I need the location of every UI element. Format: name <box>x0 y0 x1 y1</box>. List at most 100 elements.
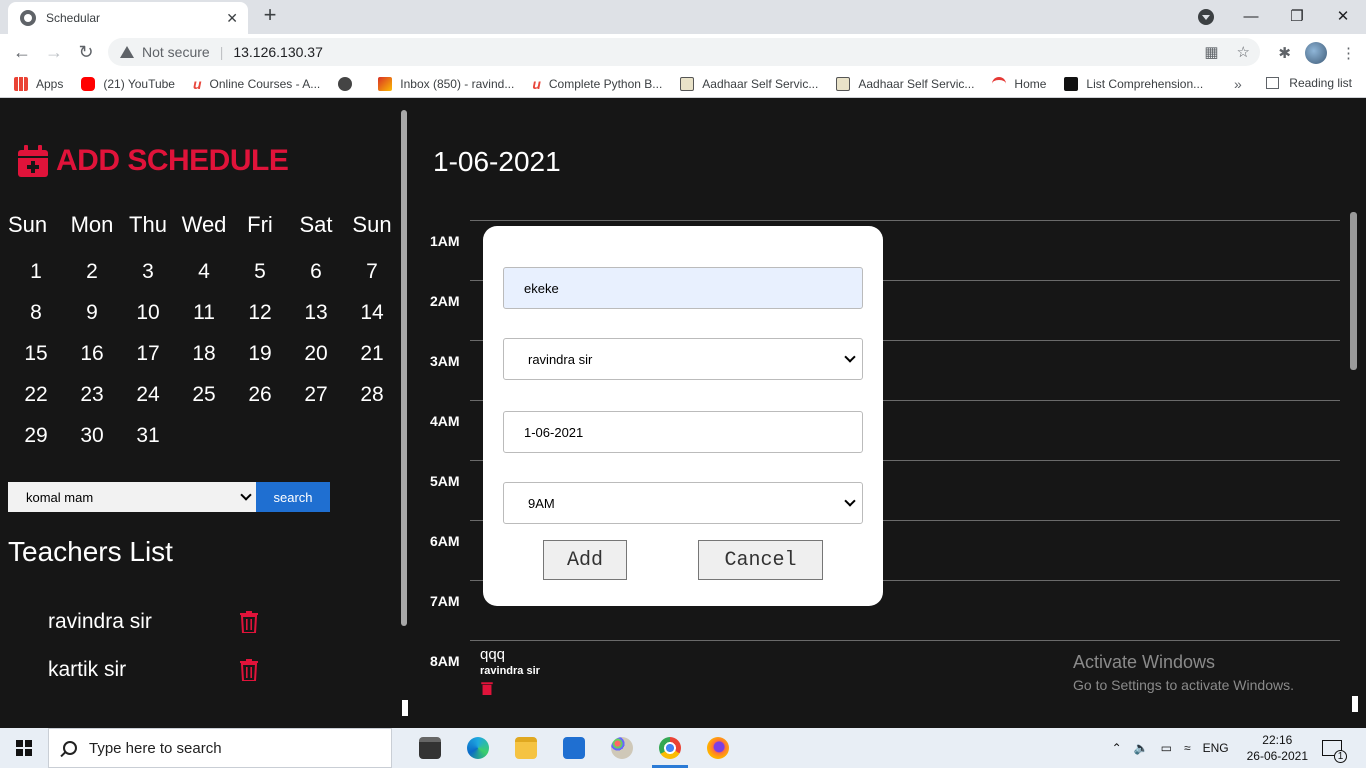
wifi-icon[interactable]: ≈ <box>1184 741 1191 755</box>
app-title-text: ADD SCHEDULE <box>56 144 289 177</box>
bookmark-inbox[interactable]: Inbox (850) - ravind... <box>378 76 514 91</box>
sidebar: ADD SCHEDULE Sun Mon Thu Wed Fri Sat Sun… <box>0 98 400 728</box>
bookmark-list-comprehension[interactable]: List Comprehension... <box>1064 76 1203 91</box>
calendar-day[interactable]: 8 <box>8 301 64 342</box>
close-tab-icon[interactable]: ✕ <box>226 10 238 27</box>
trash-icon[interactable] <box>240 611 258 633</box>
store-app[interactable] <box>406 728 454 768</box>
calendar-day[interactable]: 20 <box>288 342 344 383</box>
paint-app[interactable] <box>598 728 646 768</box>
minimize-icon[interactable]: — <box>1228 8 1274 25</box>
title-input[interactable]: ekeke <box>503 267 863 309</box>
calendar-day[interactable]: 19 <box>232 342 288 383</box>
forward-icon[interactable]: → <box>42 40 66 64</box>
calendar-day[interactable]: 5 <box>232 260 288 301</box>
time-dropdown[interactable]: 9AM <box>503 482 863 524</box>
calendar-day[interactable]: 11 <box>176 301 232 342</box>
firefox-app[interactable] <box>694 728 742 768</box>
date-input[interactable]: 1-06-2021 <box>503 411 863 453</box>
calendar-day[interactable]: 9 <box>64 301 120 342</box>
schedule-event[interactable]: qqq ravindra sir <box>480 646 540 700</box>
trash-icon[interactable] <box>480 681 494 695</box>
calendar-day[interactable]: 3 <box>120 260 176 301</box>
edge-app[interactable] <box>454 728 502 768</box>
calendar-day[interactable]: 25 <box>176 383 232 424</box>
more-bookmarks-icon[interactable]: » <box>1234 76 1242 92</box>
hour-label: 1AM <box>430 233 460 249</box>
calendar-day[interactable]: 22 <box>8 383 64 424</box>
calendar-day[interactable]: 30 <box>64 424 120 465</box>
calendar-day[interactable]: 26 <box>232 383 288 424</box>
notification-count: 1 <box>1334 750 1347 763</box>
new-tab-button[interactable]: + <box>258 4 282 28</box>
bookmark-aadhaar-2[interactable]: Aadhaar Self Servic... <box>836 76 974 91</box>
cancel-button[interactable]: Cancel <box>698 540 823 580</box>
weekday-label: Sat <box>299 212 333 237</box>
reload-icon[interactable]: ↻ <box>74 40 98 64</box>
restore-icon[interactable]: ❐ <box>1274 7 1320 25</box>
battery-icon[interactable]: ▭ <box>1161 741 1172 755</box>
browser-tab[interactable]: Schedular ✕ <box>8 2 248 34</box>
clock[interactable]: 22:16 26-06-2021 <box>1247 732 1308 764</box>
date-input-value: 1-06-2021 <box>524 424 584 440</box>
tab-search-icon[interactable] <box>1198 9 1214 25</box>
bookmark-python[interactable]: u Complete Python B... <box>532 77 662 91</box>
back-icon[interactable]: ← <box>10 40 34 64</box>
profile-avatar[interactable] <box>1305 42 1327 64</box>
start-button[interactable] <box>0 728 48 768</box>
extensions-icon[interactable]: ✱ <box>1278 44 1291 62</box>
calendar-plus-icon <box>18 145 48 177</box>
taskbar-search[interactable]: Type here to search <box>48 728 392 768</box>
chrome-app[interactable] <box>646 728 694 768</box>
activate-subtitle: Go to Settings to activate Windows. <box>1073 677 1294 693</box>
address-bar[interactable]: Not secure | 13.126.130.37 ▦ ☆ <box>108 38 1260 66</box>
notifications-icon[interactable]: 1 <box>1322 740 1347 763</box>
bookmark-label: (21) YouTube <box>103 76 175 91</box>
calendar-day[interactable]: 1 <box>8 260 64 301</box>
close-window-icon[interactable]: ✕ <box>1320 7 1366 25</box>
calendar-day[interactable]: 28 <box>344 383 400 424</box>
apps-grid-icon[interactable]: ▦ <box>1204 43 1218 61</box>
chevron-up-icon[interactable]: ⌃ <box>1112 741 1122 755</box>
teacher-dropdown[interactable]: ravindra sir <box>503 338 863 380</box>
calendar-day[interactable]: 14 <box>344 301 400 342</box>
star-icon[interactable]: ☆ <box>1237 43 1250 61</box>
bookmark-online-courses[interactable]: u Online Courses - A... <box>193 77 320 91</box>
calendar-day[interactable]: 10 <box>120 301 176 342</box>
calendar-day[interactable]: 18 <box>176 342 232 383</box>
calendar-day[interactable]: 13 <box>288 301 344 342</box>
bookmark-aadhaar-1[interactable]: Aadhaar Self Servic... <box>680 76 818 91</box>
calendar-day[interactable]: 7 <box>344 260 400 301</box>
search-button[interactable]: search <box>256 482 330 512</box>
calendar-day[interactable]: 16 <box>64 342 120 383</box>
menu-icon[interactable]: ⋮ <box>1341 44 1356 62</box>
teacher-select[interactable]: komal mam <box>8 482 256 512</box>
sidebar-scrollbar[interactable] <box>401 110 407 626</box>
schedule-scrollbar[interactable] <box>1350 212 1357 370</box>
calendar-day[interactable]: 21 <box>344 342 400 383</box>
calendar-day[interactable]: 27 <box>288 383 344 424</box>
bookmark-label: Online Courses - A... <box>209 76 321 91</box>
aadhaar-icon <box>836 76 851 91</box>
calendar-day[interactable]: 23 <box>64 383 120 424</box>
bookmark-youtube[interactable]: (21) YouTube <box>81 76 175 91</box>
calendar-day[interactable]: 31 <box>120 424 176 465</box>
trash-icon[interactable] <box>240 659 258 681</box>
calendar-day[interactable]: 15 <box>8 342 64 383</box>
explorer-app[interactable] <box>502 728 550 768</box>
reading-list-button[interactable]: Reading list <box>1266 76 1352 90</box>
language-indicator[interactable]: ENG <box>1203 741 1229 755</box>
calendar-day[interactable]: 2 <box>64 260 120 301</box>
calendar-day[interactable]: 12 <box>232 301 288 342</box>
volume-icon[interactable]: 🔈 <box>1134 741 1149 755</box>
mail-app[interactable] <box>550 728 598 768</box>
calendar-day[interactable]: 29 <box>8 424 64 465</box>
bookmark-apps[interactable]: Apps <box>14 76 63 91</box>
calendar-day[interactable]: 6 <box>288 260 344 301</box>
calendar-day[interactable]: 17 <box>120 342 176 383</box>
bookmark-globe[interactable] <box>338 76 360 91</box>
bookmark-home[interactable]: Home <box>992 76 1046 91</box>
add-button[interactable]: Add <box>543 540 627 580</box>
calendar-day[interactable]: 4 <box>176 260 232 301</box>
calendar-day[interactable]: 24 <box>120 383 176 424</box>
